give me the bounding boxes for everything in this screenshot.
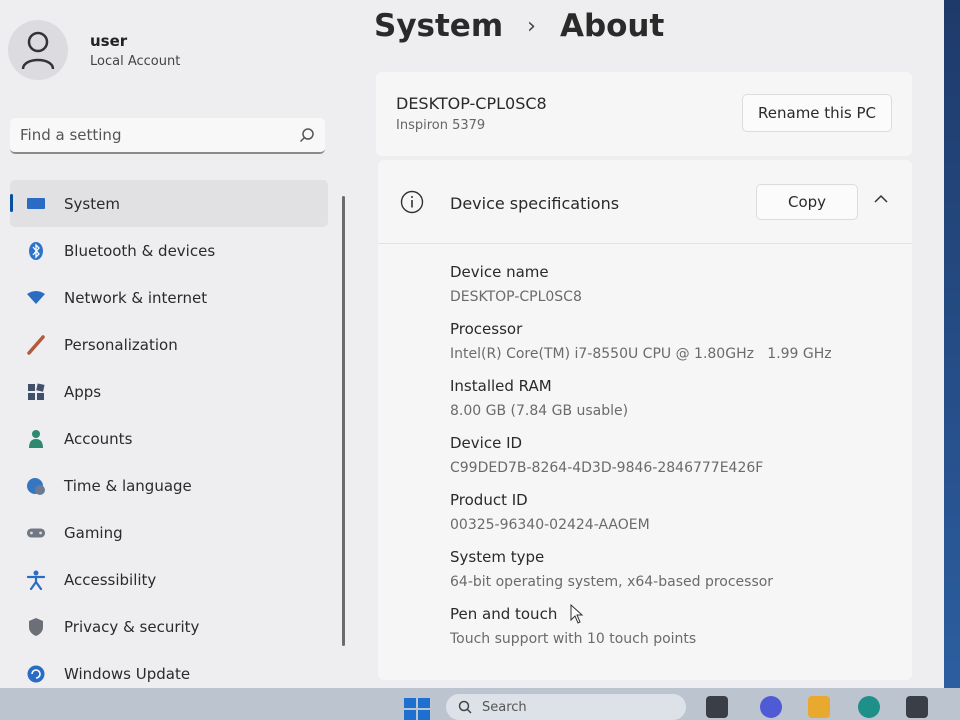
store-icon[interactable] bbox=[906, 696, 928, 718]
copy-button[interactable]: Copy bbox=[756, 184, 858, 220]
spec-value-device-id: C99DED7B-8264-4D3D-9846-2846777E426F bbox=[450, 460, 764, 476]
breadcrumb-separator: › bbox=[527, 13, 536, 39]
spec-value-device-name: DESKTOP-CPL0SC8 bbox=[450, 289, 582, 305]
sidebar-item-label: Apps bbox=[64, 382, 102, 401]
shield-icon bbox=[26, 617, 46, 637]
desktop-background bbox=[944, 0, 960, 688]
spec-value-system-type: 64-bit operating system, x64-based proce… bbox=[450, 574, 774, 590]
spec-label-system-type: System type bbox=[450, 548, 545, 566]
breadcrumb: System › About bbox=[374, 8, 664, 44]
breadcrumb-parent[interactable]: System bbox=[374, 8, 503, 44]
spec-label-device-id: Device ID bbox=[450, 434, 523, 452]
user-profile[interactable]: user Local Account bbox=[8, 18, 180, 82]
sidebar-item-label: Gaming bbox=[64, 523, 123, 542]
search-input[interactable] bbox=[20, 126, 299, 144]
spec-label-device-name: Device name bbox=[450, 263, 549, 281]
spec-value-pen-touch: Touch support with 10 touch points bbox=[450, 631, 697, 647]
user-avatar-icon bbox=[21, 31, 55, 70]
chevron-up-icon[interactable] bbox=[874, 194, 888, 204]
pc-name-card: DESKTOP-CPL0SC8 Inspiron 5379 Rename thi… bbox=[376, 72, 912, 156]
brush-icon bbox=[26, 334, 46, 355]
spec-label-processor: Processor bbox=[450, 320, 523, 338]
settings-window: user Local Account System Bluetooth & de… bbox=[0, 0, 944, 688]
pc-model: Inspiron 5379 bbox=[396, 118, 486, 133]
account-type: Local Account bbox=[90, 53, 181, 69]
avatar bbox=[8, 20, 68, 80]
edge-browser-icon[interactable] bbox=[858, 696, 880, 718]
wifi-icon bbox=[26, 288, 46, 308]
spec-value-product-id: 00325-96340-02424-AAOEM bbox=[450, 517, 650, 533]
settings-search[interactable] bbox=[10, 118, 325, 154]
sidebar-item-accessibility[interactable]: Accessibility bbox=[10, 556, 328, 603]
monitor-icon bbox=[26, 194, 46, 214]
chat-icon[interactable] bbox=[760, 696, 782, 718]
taskbar: Search bbox=[0, 688, 960, 720]
sidebar-item-accounts[interactable]: Accounts bbox=[10, 415, 328, 462]
sidebar-item-network[interactable]: Network & internet bbox=[10, 274, 328, 321]
apps-icon bbox=[26, 382, 46, 402]
person-icon bbox=[26, 429, 46, 449]
sidebar-item-personalization[interactable]: Personalization bbox=[10, 321, 328, 368]
sidebar-item-label: Accessibility bbox=[64, 570, 157, 589]
sidebar-item-label: System bbox=[64, 194, 120, 213]
user-name: user bbox=[90, 31, 128, 50]
device-specifications-card: Device specifications Copy Device name D… bbox=[378, 160, 912, 680]
task-view-icon[interactable] bbox=[706, 696, 728, 718]
sidebar-item-gaming[interactable]: Gaming bbox=[10, 509, 328, 556]
sidebar-item-label: Privacy & security bbox=[64, 617, 200, 636]
sidebar-item-label: Bluetooth & devices bbox=[64, 241, 216, 260]
spec-list: Device name DESKTOP-CPL0SC8 Processor In… bbox=[450, 260, 890, 659]
sidebar-item-apps[interactable]: Apps bbox=[10, 368, 328, 415]
accessibility-icon bbox=[26, 570, 46, 590]
device-specifications-header[interactable]: Device specifications Copy bbox=[378, 160, 912, 244]
sidebar-item-label: Time & language bbox=[64, 476, 192, 495]
gamepad-icon bbox=[26, 523, 46, 543]
sidebar-item-privacy[interactable]: Privacy & security bbox=[10, 603, 328, 650]
sidebar-item-windows-update[interactable]: Windows Update bbox=[10, 650, 328, 688]
sidebar-item-label: Accounts bbox=[64, 429, 133, 448]
spec-value-processor: Intel(R) Core(TM) i7-8550U CPU @ 1.80GHz… bbox=[450, 346, 832, 362]
sidebar-item-system[interactable]: System bbox=[10, 180, 328, 227]
search-icon[interactable] bbox=[299, 127, 315, 143]
sidebar-item-time-language[interactable]: Time & language bbox=[10, 462, 328, 509]
sidebar-nav: System Bluetooth & devices Network & int… bbox=[10, 180, 328, 688]
mouse-cursor-icon bbox=[570, 604, 584, 624]
update-icon bbox=[26, 664, 46, 684]
bluetooth-icon bbox=[26, 241, 46, 261]
sidebar-item-label: Windows Update bbox=[64, 664, 191, 683]
info-icon bbox=[400, 190, 424, 214]
search-icon bbox=[458, 700, 472, 714]
file-explorer-icon[interactable] bbox=[808, 696, 830, 718]
rename-pc-button[interactable]: Rename this PC bbox=[742, 94, 892, 132]
spec-label-pen-touch: Pen and touch bbox=[450, 605, 558, 623]
sidebar-item-bluetooth[interactable]: Bluetooth & devices bbox=[10, 227, 328, 274]
sidebar-scrollbar[interactable] bbox=[342, 196, 345, 646]
section-title: Device specifications bbox=[450, 194, 620, 213]
taskbar-search-label: Search bbox=[482, 699, 527, 715]
spec-label-product-id: Product ID bbox=[450, 491, 528, 509]
sidebar-item-label: Personalization bbox=[64, 335, 178, 354]
sidebar-item-label: Network & internet bbox=[64, 288, 208, 307]
taskbar-search[interactable]: Search bbox=[446, 694, 686, 720]
pc-name: DESKTOP-CPL0SC8 bbox=[396, 94, 547, 113]
spec-value-installed-ram: 8.00 GB (7.84 GB usable) bbox=[450, 403, 629, 419]
spec-label-installed-ram: Installed RAM bbox=[450, 377, 552, 395]
page-title: About bbox=[559, 8, 665, 44]
globe-clock-icon bbox=[26, 476, 46, 496]
windows-start-icon[interactable] bbox=[404, 698, 430, 720]
